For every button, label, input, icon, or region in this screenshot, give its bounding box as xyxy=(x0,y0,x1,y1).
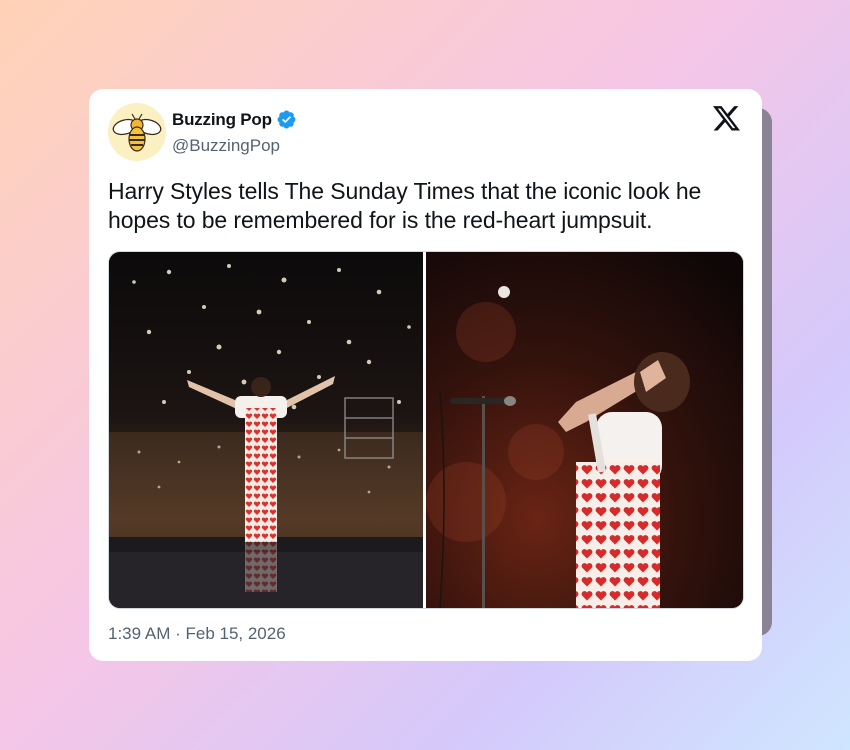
x-logo-icon[interactable] xyxy=(713,106,740,131)
author-name[interactable]: Buzzing Pop xyxy=(172,110,272,130)
tweet-card: Buzzing Pop @BuzzingPop Harry Styles tel… xyxy=(89,89,762,661)
tweet-text: Harry Styles tells The Sunday Times that… xyxy=(108,178,702,233)
avatar[interactable] xyxy=(108,103,166,161)
microphone-performer-photo[interactable] xyxy=(426,252,743,608)
bee-icon xyxy=(112,113,162,152)
author-handle[interactable]: @BuzzingPop xyxy=(172,136,280,156)
verified-badge-icon xyxy=(277,110,296,129)
concert-crowd-photo[interactable] xyxy=(109,252,423,608)
media-grid xyxy=(108,251,744,609)
author-row: Buzzing Pop xyxy=(172,109,297,130)
tweet-timestamp[interactable]: 1:39 AM · Feb 15, 2026 xyxy=(108,624,286,644)
